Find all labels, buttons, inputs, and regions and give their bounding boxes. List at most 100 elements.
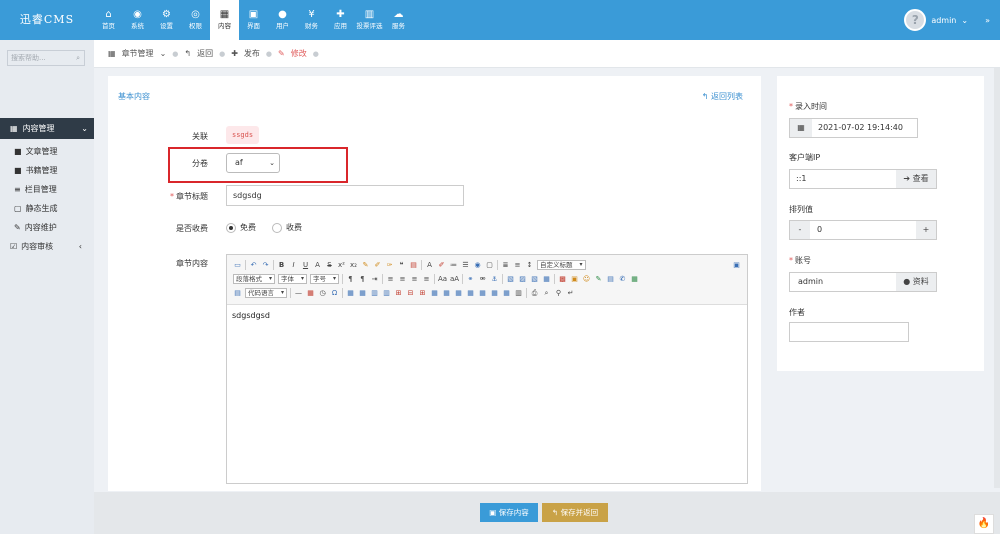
nav-apps[interactable]: ✚ 应用: [326, 0, 355, 40]
nav-service[interactable]: ☁ 服务: [384, 0, 413, 40]
radio-free-label[interactable]: 免费: [240, 222, 256, 233]
align-right-icon[interactable]: ≡: [410, 275, 419, 284]
special-char-icon[interactable]: Ω: [330, 289, 339, 298]
subscript-icon[interactable]: x₂: [349, 261, 358, 270]
sidebar-item-articles[interactable]: ■ 文章管理: [0, 142, 94, 161]
insert-media-icon[interactable]: ▣: [570, 275, 579, 284]
brand-logo[interactable]: 迅睿CMS: [0, 0, 94, 40]
ltr-icon[interactable]: ¶: [346, 275, 355, 284]
rtl-icon[interactable]: ¶: [358, 275, 367, 284]
merge-down-icon[interactable]: ▦: [466, 289, 475, 298]
template-icon[interactable]: ▤: [606, 275, 615, 284]
nav-finance[interactable]: ¥ 财务: [297, 0, 326, 40]
sidebar-item-maintenance[interactable]: ✎ 内容维护: [0, 218, 94, 237]
table-props-icon[interactable]: ▥: [514, 289, 523, 298]
nav-permission[interactable]: ◎ 权限: [181, 0, 210, 40]
source-icon[interactable]: ▭: [233, 261, 242, 270]
unlink-icon[interactable]: ⚮: [478, 275, 487, 284]
save-button[interactable]: ▣ 保存内容: [480, 503, 538, 522]
radio-free[interactable]: [226, 222, 236, 233]
code-icon[interactable]: ▤: [233, 289, 242, 298]
align-center-icon[interactable]: ≡: [398, 275, 407, 284]
format-match-icon[interactable]: ✎: [361, 261, 370, 270]
breadcrumb-publish[interactable]: 发布: [244, 48, 260, 59]
blockquote-icon[interactable]: ❝: [397, 261, 406, 270]
client-ip-field[interactable]: ::1 ➔ 查看: [789, 169, 937, 189]
sidebar-search-input[interactable]: 搜索帮助... ⌕: [7, 50, 85, 66]
account-field[interactable]: admin ● 资料: [789, 272, 937, 292]
split-rows-icon[interactable]: ▦: [490, 289, 499, 298]
redo-icon[interactable]: ↷: [261, 261, 270, 270]
indent-icon[interactable]: ⇥: [370, 275, 379, 284]
line-height-icon[interactable]: ↕: [525, 261, 534, 270]
calendar-icon[interactable]: ▦: [790, 119, 812, 137]
italic-icon[interactable]: I: [289, 261, 298, 270]
radio-paid-label[interactable]: 收费: [286, 222, 302, 233]
radio-paid[interactable]: [272, 222, 282, 233]
highlight-color-icon[interactable]: ✐: [437, 261, 446, 270]
nav-content[interactable]: ▦ 内容: [210, 0, 239, 40]
clear-doc-icon[interactable]: ▢: [485, 261, 494, 270]
link-icon[interactable]: ⚭: [466, 275, 475, 284]
volume-select[interactable]: af ⌄: [226, 153, 280, 173]
sidebar-item-audit[interactable]: ☑ 内容审核 ‹: [0, 237, 94, 256]
insert-para-after-icon[interactable]: ▥: [382, 289, 391, 298]
map-icon[interactable]: ▦: [630, 275, 639, 284]
uppercase-icon[interactable]: Aa: [438, 275, 447, 284]
preview-icon[interactable]: ⌕: [542, 289, 551, 298]
strikethrough-icon[interactable]: S: [325, 261, 334, 270]
search-replace-icon[interactable]: ⚲: [554, 289, 563, 298]
breadcrumb-edit[interactable]: 修改: [291, 48, 307, 59]
paragraph-select[interactable]: 段落格式: [233, 274, 275, 284]
save-and-back-button[interactable]: ↰ 保存并返回: [542, 503, 608, 522]
view-button[interactable]: ➔ 查看: [896, 170, 936, 188]
code-language-select[interactable]: 代码语言: [245, 288, 287, 298]
split-cols-icon[interactable]: ▦: [502, 289, 511, 298]
flame-icon[interactable]: 🔥: [974, 514, 994, 534]
entry-time-field[interactable]: ▦ 2021-07-02 19:14:40: [789, 118, 918, 138]
anchor-icon[interactable]: ⚓: [490, 275, 499, 284]
line-break-icon[interactable]: ↵: [566, 289, 575, 298]
sidebar-item-columns[interactable]: ≡ 栏目管理: [0, 180, 94, 199]
time-icon[interactable]: ◷: [318, 289, 327, 298]
nav-users[interactable]: ● 用户: [268, 0, 297, 40]
merge-cells-icon[interactable]: ▦: [442, 289, 451, 298]
delete-table-icon[interactable]: ▦: [358, 289, 367, 298]
delete-row-icon[interactable]: ⊟: [406, 289, 415, 298]
font-select[interactable]: 字体: [278, 274, 307, 284]
select-all-icon[interactable]: ◉: [473, 261, 482, 270]
custom-title-select[interactable]: 自定义标题: [537, 260, 586, 270]
align-justify-icon[interactable]: ≡: [422, 275, 431, 284]
chapter-title-input[interactable]: sdgsdg: [226, 185, 464, 206]
ordered-list-icon[interactable]: ≔: [449, 261, 458, 270]
split-cells-icon[interactable]: ▦: [478, 289, 487, 298]
image-center-icon[interactable]: ▦: [542, 275, 551, 284]
sidebar-item-books[interactable]: ■ 书籍管理: [0, 161, 94, 180]
font-border-icon[interactable]: A: [313, 261, 322, 270]
paragraph-spacing-icon[interactable]: ≡: [513, 261, 522, 270]
insert-para-before-icon[interactable]: ▥: [370, 289, 379, 298]
insert-row-icon[interactable]: ⊞: [394, 289, 403, 298]
nav-system[interactable]: ◉ 系统: [123, 0, 152, 40]
insert-table-icon[interactable]: ▦: [346, 289, 355, 298]
expand-icon[interactable]: »: [985, 16, 990, 25]
align-left-icon[interactable]: ≡: [386, 275, 395, 284]
chevron-down-icon[interactable]: ⌄: [961, 16, 968, 25]
font-color-icon[interactable]: A: [425, 261, 434, 270]
auto-format-icon[interactable]: ✐: [373, 261, 382, 270]
scrollbar[interactable]: [994, 68, 1000, 488]
user-name[interactable]: admin: [931, 16, 956, 25]
unordered-list-icon[interactable]: ☰: [461, 261, 470, 270]
emotion-icon[interactable]: ☺: [582, 275, 591, 284]
date-icon[interactable]: ▦: [306, 289, 315, 298]
bold-icon[interactable]: B: [277, 261, 286, 270]
nav-vote[interactable]: ▥ 投票评选: [355, 0, 384, 40]
lowercase-icon[interactable]: aA: [450, 275, 459, 284]
nav-home[interactable]: ⌂ 首页: [94, 0, 123, 40]
underline-icon[interactable]: U: [301, 261, 310, 270]
breadcrumb-back[interactable]: 返回: [197, 48, 213, 59]
breadcrumb-chapters[interactable]: 章节管理: [122, 48, 154, 59]
fullscreen-icon[interactable]: ▣: [732, 261, 741, 270]
avatar[interactable]: ?: [904, 9, 927, 31]
attachment-icon[interactable]: ✆: [618, 275, 627, 284]
